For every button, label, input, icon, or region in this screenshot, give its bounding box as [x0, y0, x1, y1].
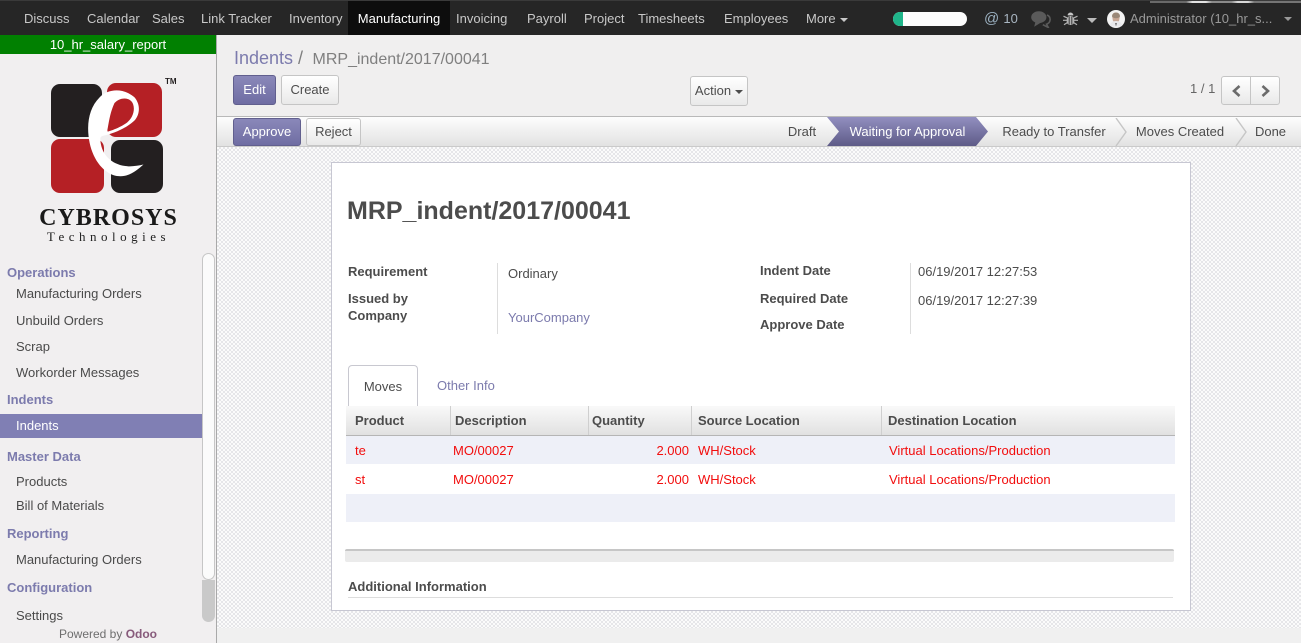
svg-text:TM: TM — [165, 77, 177, 86]
